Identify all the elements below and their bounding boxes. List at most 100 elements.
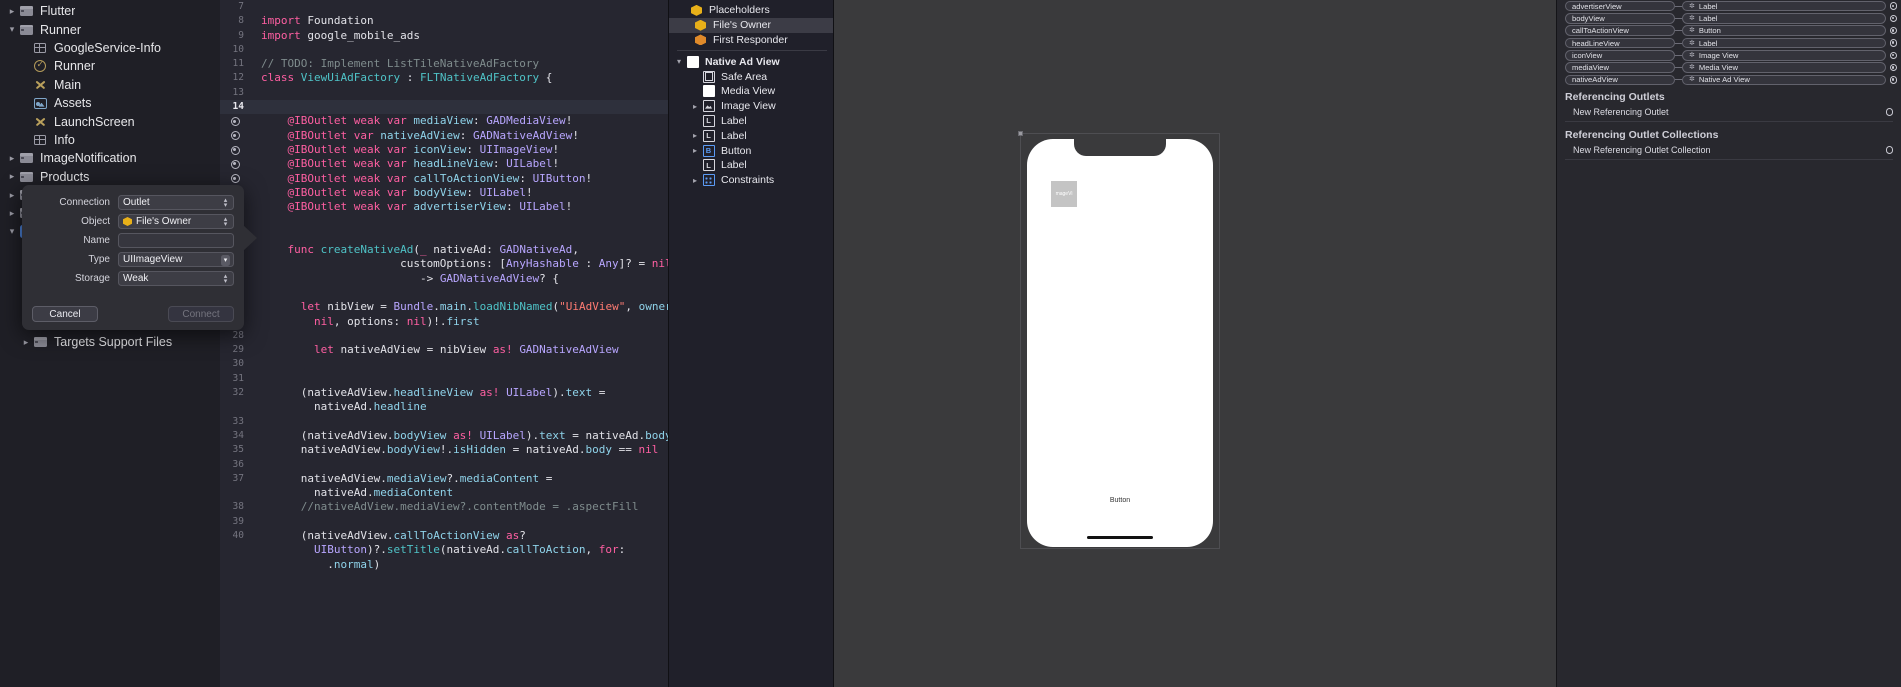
connection-well[interactable] (1889, 26, 1897, 35)
connection-well[interactable] (1889, 63, 1897, 72)
device-frame[interactable]: mageVi Button (1018, 131, 1220, 549)
outlet-target-pill[interactable]: ✲ Image View (1682, 50, 1886, 61)
ib-outlet-gutter-marker[interactable] (220, 172, 250, 186)
code-token: import (261, 28, 308, 42)
stepper-arrows-icon[interactable]: ▴ ▾ (221, 197, 230, 210)
outlet-name-pill[interactable]: iconView (1565, 50, 1675, 61)
code-token: Any (598, 257, 619, 271)
chevron-closed-icon[interactable] (689, 146, 701, 155)
ad-call-to-action-button[interactable]: Button (1110, 497, 1130, 504)
outline-item-file-s-owner[interactable]: File's Owner (669, 17, 833, 33)
outlet-target-pill[interactable]: ✲ Label (1682, 37, 1886, 49)
chevron-open-icon[interactable] (6, 227, 18, 236)
connection-well[interactable] (1885, 108, 1893, 116)
outlet-name-pill[interactable]: nativeAdView (1565, 74, 1675, 86)
outlet-name-pill[interactable]: mediaView (1565, 62, 1675, 73)
code-line: @IBOutlet weak var headLineView: UILabel… (220, 157, 668, 171)
chevron-closed-icon[interactable] (6, 209, 18, 218)
nav-item-products[interactable]: Products (0, 168, 220, 186)
chevron-down-icon[interactable]: ▾ (221, 254, 230, 266)
chevron-closed-icon[interactable] (689, 102, 701, 111)
ib-outlet-gutter-marker[interactable] (220, 143, 250, 157)
outlet-target-pill[interactable]: ✲ Native Ad View (1682, 74, 1886, 86)
outlet-name-pill[interactable]: advertiserView (1565, 0, 1675, 12)
outline-item-constraints[interactable]: Constraints (669, 173, 833, 188)
nav-item-assets[interactable]: Assets (0, 94, 220, 112)
code-token: )?. (366, 543, 387, 557)
connection-well[interactable] (1885, 146, 1893, 154)
outline-item-media-view[interactable]: Media View (669, 84, 833, 99)
nav-item-flutter[interactable]: Flutter (0, 2, 220, 20)
outline-section-header[interactable]: Placeholders (669, 3, 833, 18)
outline-item-safe-area[interactable]: Safe Area (669, 69, 833, 84)
inspector-section-item[interactable]: New Referencing Outlet (1557, 105, 1901, 119)
popover-field-type[interactable]: UIImageView ▾ (118, 252, 234, 267)
code-token: UIImageView (479, 142, 553, 156)
outline-item-label[interactable]: L Label (669, 114, 833, 129)
nav-item-googleservice-info[interactable]: GoogleService-Info (0, 39, 220, 57)
nav-item-runner[interactable]: Runner (0, 57, 220, 75)
nav-item-launchscreen[interactable]: LaunchScreen (0, 112, 220, 130)
connection-well[interactable] (1889, 51, 1897, 60)
outlet-name-pill[interactable]: bodyView (1565, 13, 1675, 24)
chevron-closed-icon[interactable] (6, 172, 18, 181)
chevron-closed-icon[interactable] (6, 191, 18, 200)
outline-item-image-view[interactable]: Image View (669, 99, 833, 114)
popover-field-storage[interactable]: Weak ▴ ▾ (118, 271, 234, 286)
nav-item-info[interactable]: Info (0, 131, 220, 149)
outlet-target-pill[interactable]: ✲ Media View (1682, 62, 1886, 73)
outline-item-button[interactable]: B Button (669, 143, 833, 158)
cancel-button[interactable]: Cancel (32, 306, 98, 322)
chevron-closed-icon[interactable] (6, 7, 18, 16)
stepper-arrows-icon[interactable]: ▴ ▾ (221, 273, 230, 286)
document-outline[interactable]: Placeholders File's OwnerFirst Responder N… (668, 0, 834, 687)
chevron-open-icon[interactable] (6, 25, 18, 34)
code-text: import Foundation (253, 14, 374, 28)
chevron-closed-icon[interactable] (6, 154, 18, 163)
nav-item-runner[interactable]: Runner (0, 20, 220, 38)
connections-inspector[interactable]: advertiserView ✲ Label bodyView ✲ Label callTo… (1556, 0, 1901, 687)
interface-builder-canvas[interactable]: mageVi Button (834, 0, 1556, 687)
outline-item-label[interactable]: L Label (669, 158, 833, 173)
outlet-target-pill[interactable]: ✲ Label (1682, 0, 1886, 12)
outlet-name-pill[interactable]: callToActionView (1565, 25, 1675, 36)
stepper-arrows-icon[interactable]: ▴ ▾ (221, 216, 230, 229)
connection-well[interactable] (1889, 39, 1897, 47)
outline-item-label[interactable]: L Label (669, 128, 833, 143)
outline-item-label: Media View (721, 85, 776, 98)
outline-section-header[interactable]: Native Ad View (669, 54, 833, 69)
chevron-closed-icon[interactable] (20, 338, 32, 347)
chevron-closed-icon[interactable] (689, 131, 701, 140)
connection-well[interactable] (1889, 14, 1897, 23)
ib-outlet-gutter-marker[interactable] (220, 129, 250, 143)
chevron-closed-icon[interactable] (689, 176, 701, 185)
device-screen[interactable]: mageVi Button (1027, 139, 1213, 547)
new-outlet-connection-popover[interactable]: Connection Outlet ▴ ▾ Object File's Owner ▴ ▾ Na… (22, 185, 257, 330)
outlet-name-pill[interactable]: headLineView (1565, 37, 1675, 49)
connection-well[interactable] (1889, 2, 1897, 10)
connect-button[interactable]: Connect (168, 306, 234, 322)
code-editor[interactable]: 7 8 import Foundation 9 import google_mobil… (220, 0, 668, 687)
code-token: -> (261, 271, 440, 285)
inspector-section-item[interactable]: New Referencing Outlet Collection (1557, 143, 1901, 157)
ib-outlet-gutter-marker[interactable] (220, 114, 250, 128)
popover-field-connection[interactable]: Outlet ▴ ▾ (118, 195, 234, 210)
outline-item-label: First Responder (713, 33, 788, 46)
chevron-icon[interactable] (673, 57, 685, 66)
label-icon: L (702, 114, 715, 127)
project-navigator[interactable]: Flutter Runner GoogleService-Info Runner Mai… (0, 0, 220, 687)
nav-item-imagenotification[interactable]: ImageNotification (0, 149, 220, 167)
code-token: as! (479, 386, 507, 400)
outlet-target-pill[interactable]: ✲ Button (1682, 25, 1886, 36)
outline-item-first-responder[interactable]: First Responder (669, 33, 833, 48)
popover-field-name[interactable] (118, 233, 234, 248)
ad-icon-image-view[interactable]: mageVi (1051, 181, 1077, 207)
nav-item-main[interactable]: Main (0, 76, 220, 94)
connection-well[interactable] (1889, 76, 1897, 84)
resize-handle-top-left[interactable] (1018, 131, 1023, 136)
outlet-target-pill[interactable]: ✲ Label (1682, 13, 1886, 24)
nav-item-targets-support-files[interactable]: Targets Support Files (0, 333, 220, 351)
popover-field-object[interactable]: File's Owner ▴ ▾ (118, 214, 234, 229)
ib-outlet-gutter-marker[interactable] (220, 157, 250, 171)
